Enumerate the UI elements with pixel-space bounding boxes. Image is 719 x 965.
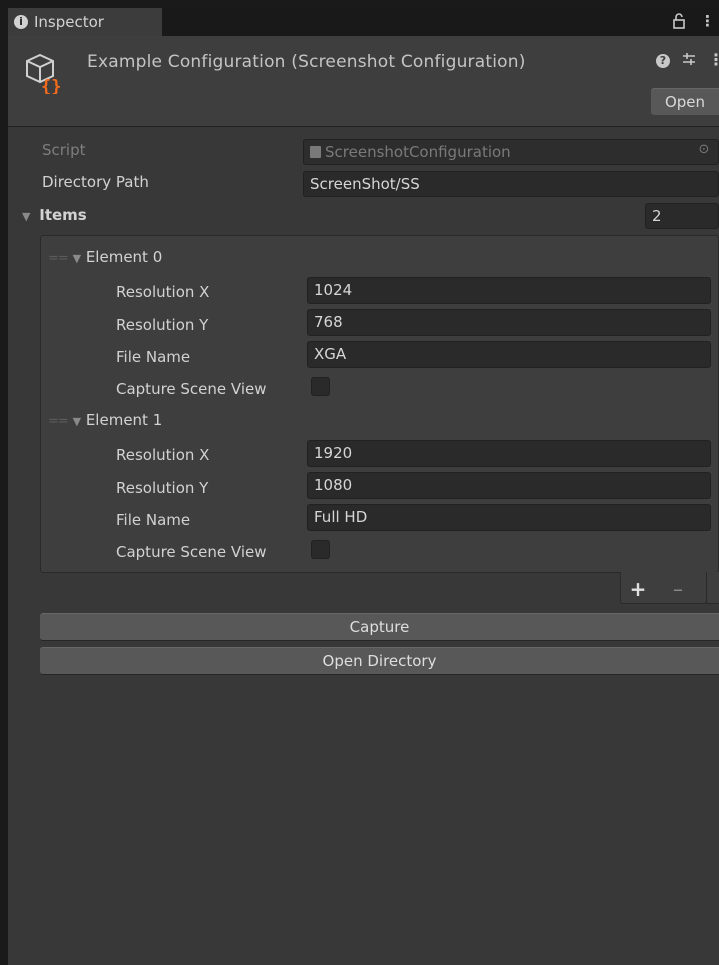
- script-icon: [310, 146, 321, 158]
- list-item[interactable]: == ▼ Element 0: [48, 248, 162, 266]
- tab-inspector[interactable]: i Inspector: [8, 8, 162, 36]
- script-label: Script: [42, 141, 86, 159]
- svg-text:{}: {}: [41, 77, 61, 94]
- open-directory-button[interactable]: Open Directory: [40, 647, 719, 675]
- add-element-button[interactable]: +: [626, 577, 650, 601]
- resolution-y-label: Resolution Y: [116, 316, 209, 334]
- drag-handle-icon[interactable]: ==: [48, 414, 69, 429]
- foldout-arrow-icon: ▼: [22, 210, 31, 223]
- list-footer-edge: [706, 572, 719, 604]
- resolution-y-input[interactable]: 1080: [307, 472, 711, 499]
- info-icon: i: [14, 15, 28, 29]
- resolution-y-label: Resolution Y: [116, 479, 209, 497]
- capture-scene-view-checkbox[interactable]: [311, 377, 330, 396]
- file-name-label: File Name: [116, 511, 191, 529]
- items-label: Items: [39, 206, 87, 224]
- file-name-input[interactable]: Full HD: [307, 504, 711, 531]
- resolution-y-input[interactable]: 768: [307, 309, 711, 336]
- open-button[interactable]: Open: [651, 88, 719, 115]
- capture-button[interactable]: Capture: [40, 613, 719, 641]
- capture-scene-view-label: Capture Scene View: [116, 380, 267, 398]
- scriptable-object-icon: {}: [24, 52, 66, 97]
- remove-element-button[interactable]: –: [666, 577, 690, 601]
- lock-icon[interactable]: [672, 13, 686, 29]
- element-title: Element 1: [85, 411, 163, 429]
- component-menu-icon[interactable]: ⋮: [708, 51, 719, 69]
- inspector-header: [8, 36, 719, 127]
- script-value: ScreenshotConfiguration: [325, 143, 511, 161]
- foldout-arrow-icon: ▼: [72, 415, 82, 428]
- resolution-x-label: Resolution X: [116, 283, 210, 301]
- resolution-x-label: Resolution X: [116, 446, 210, 464]
- object-picker-icon[interactable]: ⊙: [697, 143, 711, 157]
- capture-scene-view-checkbox[interactable]: [311, 540, 330, 559]
- file-name-label: File Name: [116, 348, 191, 366]
- header-title: Example Configuration (Screenshot Config…: [87, 52, 526, 72]
- directory-path-input[interactable]: ScreenShot/SS: [303, 171, 719, 197]
- directory-path-label: Directory Path: [42, 173, 149, 191]
- drag-handle-icon[interactable]: ==: [48, 251, 69, 266]
- list-item[interactable]: == ▼ Element 1: [48, 411, 162, 429]
- presets-icon[interactable]: [680, 51, 698, 69]
- foldout-arrow-icon: ▼: [72, 252, 82, 265]
- tab-label: Inspector: [34, 13, 104, 31]
- resolution-x-input[interactable]: 1024: [307, 277, 711, 304]
- more-menu-icon[interactable]: ⋮: [700, 13, 715, 29]
- resolution-x-input[interactable]: 1920: [307, 440, 711, 467]
- capture-scene-view-label: Capture Scene View: [116, 543, 267, 561]
- items-count-input[interactable]: 2: [645, 203, 719, 229]
- file-name-input[interactable]: XGA: [307, 341, 711, 368]
- items-foldout[interactable]: ▼ Items: [22, 206, 87, 224]
- script-field: ScreenshotConfiguration: [303, 139, 719, 165]
- help-icon[interactable]: ?: [656, 54, 670, 68]
- element-title: Element 0: [85, 248, 163, 266]
